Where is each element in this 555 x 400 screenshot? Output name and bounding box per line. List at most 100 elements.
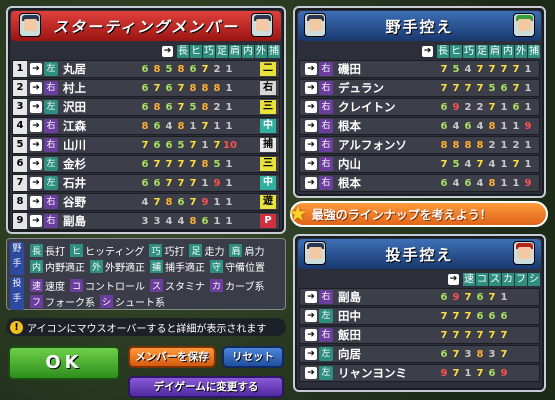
- stat-value: 6: [201, 215, 209, 227]
- stat-value: 8: [488, 177, 496, 189]
- position-badge: 中: [260, 119, 276, 133]
- stat-value: 7: [464, 291, 472, 303]
- stat-column-label: 巧: [463, 44, 475, 58]
- player-stats: 69227161: [438, 102, 534, 113]
- stat-value: 7: [512, 158, 520, 170]
- reset-button[interactable]: リセット: [222, 346, 284, 368]
- player-stats: 971769: [438, 368, 510, 379]
- handedness-badge: 左: [44, 62, 58, 76]
- stat-column-label: 捕: [528, 44, 540, 58]
- arrow-icon: ➔: [305, 139, 317, 151]
- bench-row[interactable]: ➔ 左田中 7 7 7 6 6 6: [299, 307, 540, 325]
- lineup-row[interactable]: 1 ➔ 左丸居 6 8 5 8 6 7 2 1 二: [12, 60, 280, 78]
- bench-row[interactable]: ➔ 右アルフォンソ 8 8 8 8 2 1 2 1: [299, 136, 540, 154]
- stat-value: 1: [500, 158, 508, 170]
- player-name: 磯田: [338, 62, 361, 76]
- stat-value: 6: [500, 82, 508, 94]
- avatar-left: [304, 241, 326, 265]
- legend-desc: 速度: [45, 281, 66, 293]
- player-stats: 697671: [438, 292, 510, 303]
- player-name: デュラン: [338, 81, 384, 95]
- stat-value: 7: [464, 82, 472, 94]
- legend-desc: 肩力: [244, 246, 265, 258]
- lineup-row[interactable]: 9 ➔ 右副島 3 3 4 4 8 6 1 1 P: [12, 212, 280, 230]
- stat-value: 1: [500, 139, 508, 151]
- player-name: クレイトン: [338, 100, 396, 114]
- player-stats: 75474171: [438, 159, 534, 170]
- handedness-badge: 右: [319, 119, 333, 133]
- stat-value: 7: [512, 82, 520, 94]
- avatar-left: [304, 13, 326, 37]
- lineup-row[interactable]: 5 ➔ 右山川 7 6 6 5 7 1 7 10 捕: [12, 136, 280, 154]
- player-stats: 7 6 6 5 7 1 7 10: [139, 140, 237, 151]
- day-game-button[interactable]: デイゲームに変更する: [128, 376, 284, 398]
- stat-value: 4: [452, 177, 460, 189]
- lineup-row[interactable]: 4 ➔ 右江森 8 6 4 8 1 7 1 1 中: [12, 117, 280, 135]
- stat-value: 3: [141, 215, 149, 227]
- stat-column-label: コ: [476, 272, 488, 286]
- lineup-row[interactable]: 2 ➔ 右村上 6 7 6 7 8 8 8 1 右: [12, 79, 280, 97]
- legend-key: カ: [210, 278, 224, 292]
- bench-row[interactable]: ➔ 右内山 7 5 4 7 4 1 7 1: [299, 155, 540, 173]
- stat-value: 7: [440, 82, 448, 94]
- player-name: 副島: [63, 214, 86, 228]
- position-badge: 三: [260, 157, 276, 171]
- stat-value: 6: [153, 177, 161, 189]
- position-badge: P: [260, 214, 276, 228]
- player-stats: 777666: [438, 311, 510, 322]
- stat-value: 8: [177, 120, 185, 132]
- stat-value: 6: [440, 348, 448, 360]
- stat-value: 6: [488, 310, 496, 322]
- fielder-bench-panel: 野手控え ➔ 長ヒ巧足肩内外捕 ➔ 右磯田 7 5 4 7 7 7 7 1 ➔ 右デュラン 7 7 7 7 5 6 7…: [293, 6, 546, 198]
- legend-key: 速: [30, 278, 44, 292]
- legend-key: 捕: [150, 259, 164, 273]
- legend-key: 長: [30, 243, 44, 257]
- lineup-row[interactable]: 3 ➔ 左沢田 6 8 6 7 5 8 2 1 三: [12, 98, 280, 116]
- bench-row[interactable]: ➔ 右デュラン 7 7 7 7 5 6 7 1: [299, 79, 540, 97]
- handedness-badge: 右: [44, 195, 58, 209]
- stat-value: 7: [476, 367, 484, 379]
- stat-value: 6: [464, 120, 472, 132]
- stat-value: 2: [213, 63, 221, 75]
- stat-value: 6: [141, 158, 149, 170]
- lineup-row[interactable]: 7 ➔ 左石井 6 6 7 7 7 1 9 1 中: [12, 174, 280, 192]
- arrow-icon: ➔: [305, 177, 317, 189]
- lineup-row[interactable]: 8 ➔ 右谷野 4 7 8 6 7 9 1 1 遊: [12, 193, 280, 211]
- ok-button[interactable]: OK: [8, 346, 120, 380]
- bench-row[interactable]: ➔ 右クレイトン 6 9 2 2 7 1 6 1: [299, 98, 540, 116]
- lineup-row[interactable]: 6 ➔ 左金杉 6 7 7 7 7 8 5 1 三: [12, 155, 280, 173]
- arrow-icon: ➔: [30, 63, 42, 75]
- bench-row[interactable]: ➔ 右副島 6 9 7 6 7 1: [299, 288, 540, 306]
- stat-value: 4: [464, 63, 472, 75]
- stat-value: 8: [201, 82, 209, 94]
- player-name: リャンヨンミ: [338, 366, 407, 380]
- legend-fielder-label: 野手: [10, 242, 24, 275]
- stat-value: 7: [177, 82, 185, 94]
- stat-value: 7: [488, 101, 496, 113]
- player-stats: 66777191: [139, 178, 235, 189]
- pitcher-bench-title: 投手控え: [385, 245, 454, 264]
- stat-column-label: シ: [528, 272, 540, 286]
- bench-row[interactable]: ➔ 右根本 6 4 6 4 8 1 1 9: [299, 174, 540, 192]
- legend-key: 内: [30, 259, 44, 273]
- arrow-icon: ➔: [305, 291, 317, 303]
- player-name: 内山: [338, 157, 361, 171]
- stat-value: 1: [225, 101, 233, 113]
- stat-value: 7: [500, 63, 508, 75]
- stat-value: 7: [476, 158, 484, 170]
- bench-row[interactable]: ➔ 左リャンヨンミ 9 7 1 7 6 9: [299, 364, 540, 382]
- bench-row[interactable]: ➔ 右磯田 7 5 4 7 7 7 7 1: [299, 60, 540, 78]
- stat-value: 6: [141, 63, 149, 75]
- stat-value: 2: [213, 101, 221, 113]
- legend-line: 内内野適正外外野適正捕捕手適正守守備位置: [27, 258, 265, 274]
- player-name: 向居: [338, 347, 361, 361]
- avatar-right: [251, 13, 273, 37]
- stat-value: 1: [225, 63, 233, 75]
- bench-row[interactable]: ➔ 右根本 6 4 6 4 8 1 1 9: [299, 117, 540, 135]
- stat-value: 1: [512, 120, 520, 132]
- player-name: 根本: [338, 176, 361, 190]
- save-members-button[interactable]: メンバーを保存: [128, 346, 216, 368]
- player-name: 根本: [338, 119, 361, 133]
- bench-row[interactable]: ➔ 左向居 6 7 3 8 3 7: [299, 345, 540, 363]
- bench-row[interactable]: ➔ 右飯田 7 7 7 7 7 7: [299, 326, 540, 344]
